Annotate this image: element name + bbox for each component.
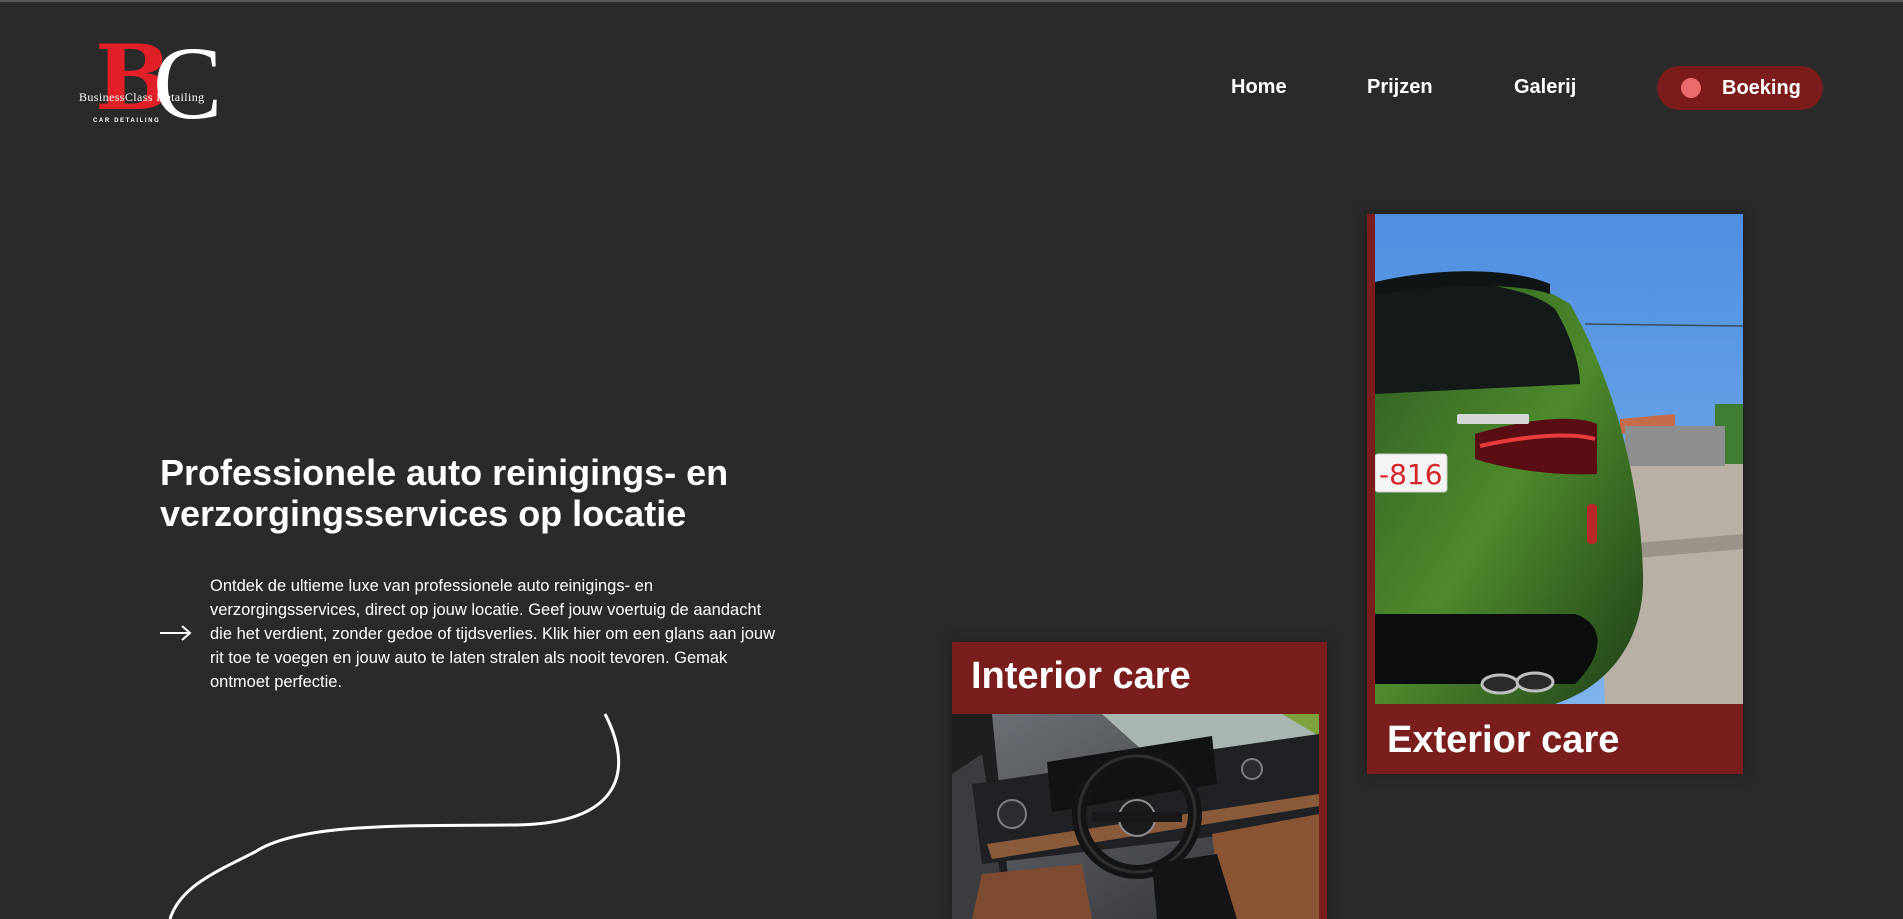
logo-tagline: CAR DETAILING	[93, 118, 161, 124]
booking-label: Boeking	[1722, 76, 1801, 99]
top-border	[0, 0, 1903, 2]
logo[interactable]: B C BusinessClass Detailing CAR DETAILIN…	[79, 28, 244, 138]
interior-care-title: Interior care	[971, 655, 1191, 697]
nav-galerij-link[interactable]: Galerij	[1514, 76, 1576, 99]
dot-icon	[1681, 78, 1701, 98]
arrow-right-icon[interactable]	[159, 621, 193, 645]
nav-prijzen-link[interactable]: Prijzen	[1367, 76, 1433, 99]
nav-home-link[interactable]: Home	[1231, 76, 1287, 99]
logo-name: BusinessClass Detailing	[79, 90, 205, 104]
hero-description[interactable]: Ontdek de ultieme luxe van professionele…	[210, 574, 780, 694]
interior-car-photo	[952, 714, 1319, 919]
interior-care-card[interactable]: Interior care	[952, 642, 1327, 919]
exterior-care-title: Exterior care	[1387, 719, 1620, 761]
logo-letter-c: C	[153, 26, 223, 141]
booking-button[interactable]: Boeking	[1657, 66, 1823, 110]
license-plate-text: -816	[1379, 458, 1443, 491]
exterior-car-photo: -816	[1375, 214, 1743, 704]
exterior-care-card[interactable]: -816 Exterior care	[1367, 214, 1743, 774]
decorative-curve	[168, 713, 621, 919]
hero-title: Professionele auto reinigings- en verzor…	[160, 452, 729, 534]
